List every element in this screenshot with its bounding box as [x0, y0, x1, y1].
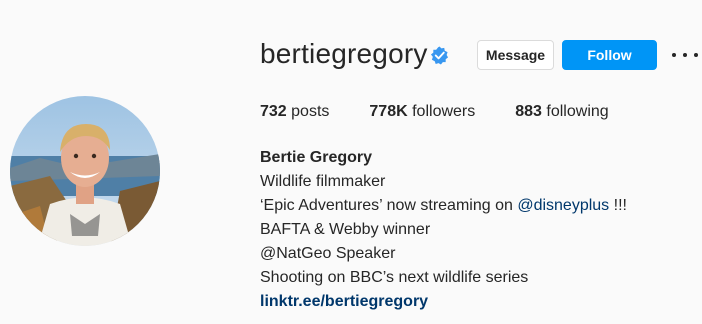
follow-button-label: Follow: [587, 47, 632, 63]
posts-label: posts: [291, 103, 330, 120]
bio-text: !!!: [609, 197, 627, 214]
bio-text: ‘Epic Adventures’ now streaming on: [260, 197, 518, 214]
full-name: Bertie Gregory: [260, 149, 373, 166]
follow-button[interactable]: Follow: [562, 40, 657, 70]
dot: [683, 53, 687, 57]
more-options-icon[interactable]: [672, 46, 698, 64]
bio-line: ‘Epic Adventures’ now streaming on @disn…: [260, 194, 627, 218]
following-stat[interactable]: 883 following: [515, 103, 608, 121]
bio-line: Wildlife filmmaker: [260, 173, 386, 190]
bio-line: @NatGeo Speaker: [260, 245, 396, 262]
username: bertiegregory: [260, 38, 428, 69]
following-count: 883: [515, 103, 542, 120]
avatar-photo: [10, 96, 160, 246]
posts-stat: 732 posts: [260, 103, 329, 121]
dot: [672, 53, 676, 57]
followers-count: 778K: [369, 103, 408, 120]
avatar[interactable]: [10, 96, 160, 246]
verified-badge-icon: [430, 46, 449, 65]
followers-stat[interactable]: 778K followers: [369, 103, 475, 121]
posts-count: 732: [260, 103, 287, 120]
profile-bio: Bertie Gregory Wildlife filmmaker ‘Epic …: [260, 146, 627, 314]
message-button-label: Message: [485, 47, 546, 63]
external-link[interactable]: linktr.ee/bertiegregory: [260, 290, 627, 314]
followers-label: followers: [412, 103, 476, 120]
bio-line: BAFTA & Webby winner: [260, 221, 431, 238]
dot: [694, 53, 698, 57]
mention-link[interactable]: @disneyplus: [517, 197, 609, 214]
bio-line: Shooting on BBC’s next wildlife series: [260, 269, 529, 286]
profile-stats: 732 posts 778K followers 883 following: [260, 103, 649, 121]
message-button[interactable]: Message: [477, 40, 554, 70]
following-label: following: [546, 103, 609, 120]
